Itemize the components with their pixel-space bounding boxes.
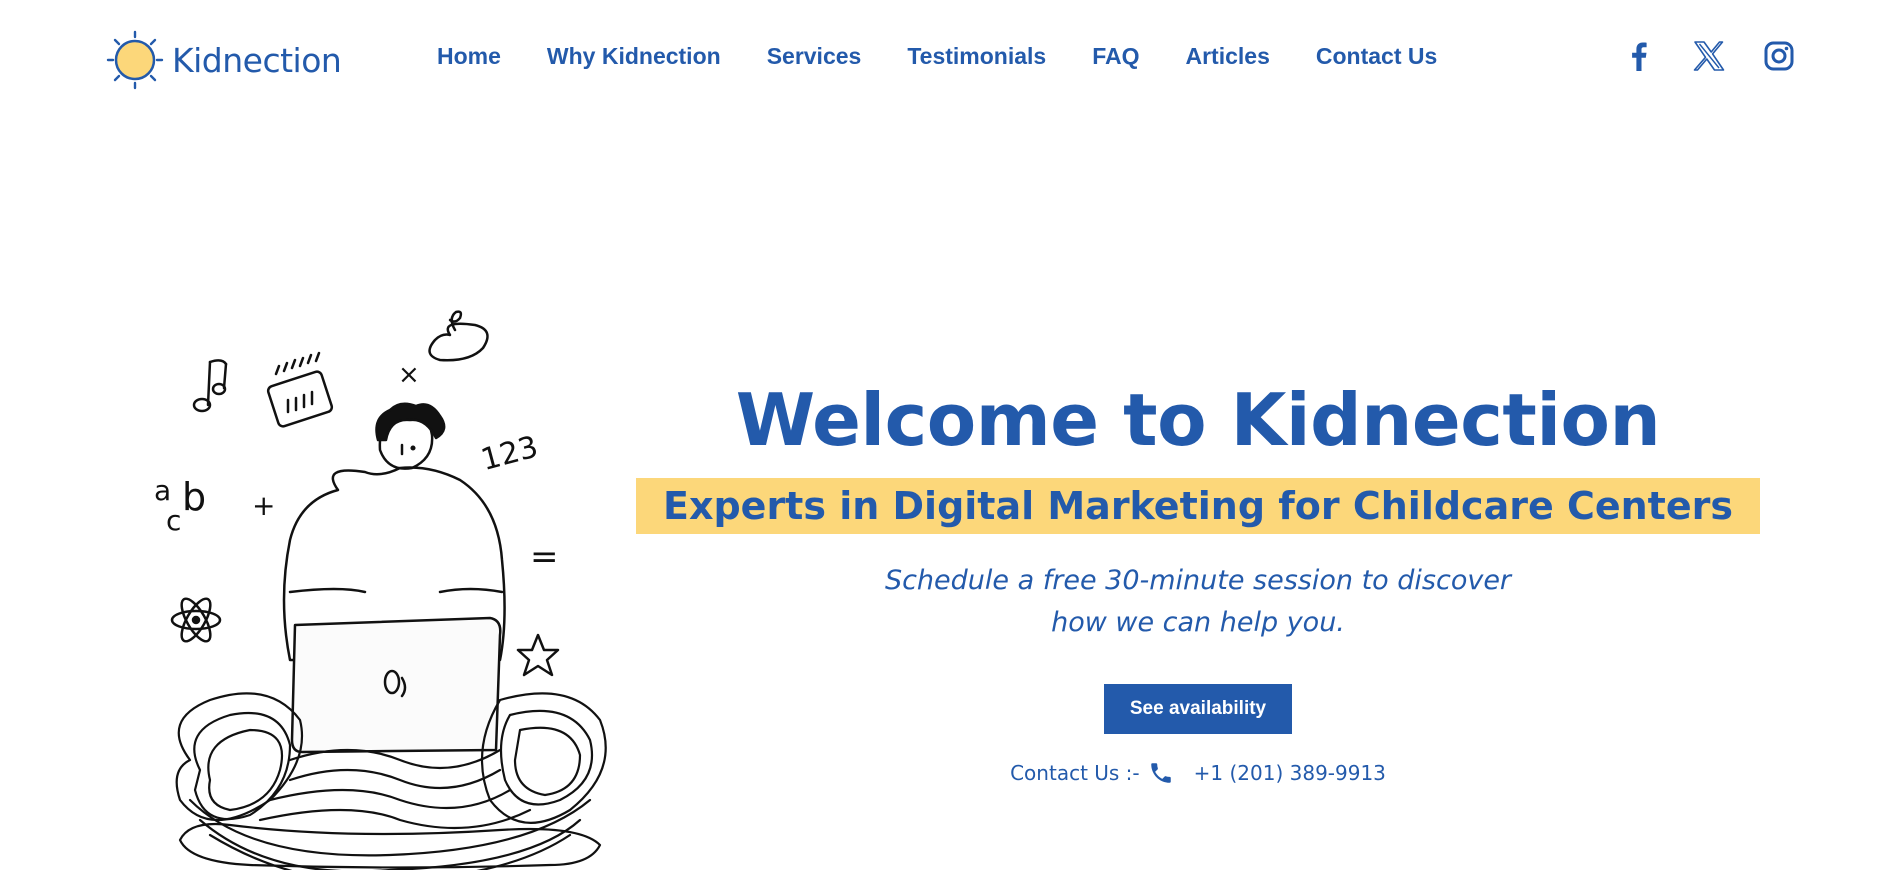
- instagram-icon: [1764, 41, 1794, 71]
- facebook-link[interactable]: [1623, 40, 1655, 72]
- hero-description-line-2: how we can help you.: [1051, 607, 1345, 638]
- nav-item-faq[interactable]: FAQ: [1092, 43, 1139, 70]
- person-head: [375, 402, 446, 470]
- phone-icon: [1150, 763, 1171, 783]
- facebook-icon: [1632, 42, 1647, 71]
- contact-line: Contact Us :- +1 (201) 389-9913: [636, 760, 1760, 786]
- hero-section: Welcome to Kidnection Experts in Digital…: [636, 375, 1760, 786]
- brand-name: Kidnection: [172, 40, 342, 80]
- main-nav: Home Why Kidnection Services Testimonial…: [437, 43, 1437, 70]
- see-availability-button[interactable]: See availability: [1104, 684, 1292, 734]
- hero-description-line-1: Schedule a free 30-minute session to dis…: [884, 565, 1512, 596]
- nav-item-home[interactable]: Home: [437, 43, 501, 70]
- doodle-a: a: [154, 474, 171, 507]
- laptop-icon: [290, 616, 502, 754]
- nav-item-testimonials[interactable]: Testimonials: [907, 43, 1046, 70]
- doodle-plus: +: [252, 489, 275, 522]
- apple-icon: [428, 310, 489, 362]
- nav-item-why-kidnection[interactable]: Why Kidnection: [547, 43, 721, 70]
- hero-subtitle: Experts in Digital Marketing for Childca…: [663, 484, 1733, 528]
- doodle-b: b: [182, 475, 206, 519]
- x-icon: [1693, 41, 1725, 71]
- music-note-icon: [192, 359, 228, 413]
- nav-item-articles[interactable]: Articles: [1186, 43, 1270, 70]
- hero-description: Schedule a free 30-minute session to dis…: [636, 560, 1760, 644]
- doodle-equals: =: [530, 537, 559, 577]
- hero-title: Welcome to Kidnection: [735, 378, 1661, 462]
- social-links: [1623, 40, 1795, 72]
- x-link[interactable]: [1693, 40, 1725, 72]
- nav-item-services[interactable]: Services: [767, 43, 862, 70]
- star-icon: [516, 633, 560, 677]
- contact-label: Contact Us :-: [1010, 761, 1140, 785]
- person-with-laptop-illustration: × 123 a b c + =: [154, 310, 607, 870]
- hero-subtitle-band: Experts in Digital Marketing for Childca…: [636, 478, 1760, 534]
- notebook-icon: [266, 351, 334, 428]
- doodle-multiply: ×: [398, 360, 420, 390]
- nav-item-contact-us[interactable]: Contact Us: [1316, 43, 1437, 70]
- atom-icon: [170, 597, 222, 643]
- instagram-link[interactable]: [1763, 40, 1795, 72]
- brand-logo[interactable]: Kidnection: [106, 30, 342, 90]
- site-header: Kidnection Home Why Kidnection Services …: [0, 0, 1895, 120]
- phone-number-link[interactable]: +1 (201) 389-9913: [1194, 761, 1386, 785]
- sun-logo-icon: [106, 30, 164, 90]
- doodle-123: 123: [477, 429, 541, 478]
- doodle-c: c: [166, 504, 181, 537]
